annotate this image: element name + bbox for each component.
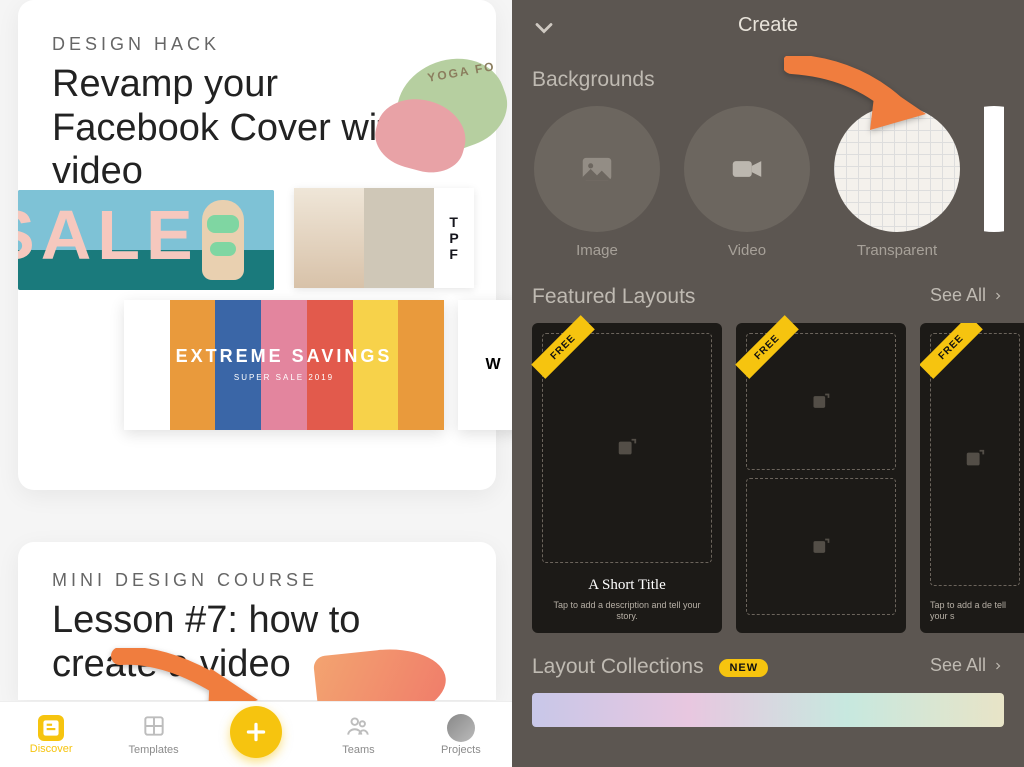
tile-b-text: TPF xyxy=(434,188,474,288)
tab-teams-label: Teams xyxy=(342,744,374,756)
background-more[interactable] xyxy=(984,106,1004,259)
collections-strip[interactable] xyxy=(532,693,1004,727)
tab-projects-label: Projects xyxy=(441,744,481,756)
tab-templates[interactable]: Templates xyxy=(102,713,204,756)
tab-teams[interactable]: Teams xyxy=(307,713,409,756)
mini-course-card[interactable]: MINI DESIGN COURSE Lesson #7: how to cre… xyxy=(18,542,496,700)
templates-icon xyxy=(141,713,167,742)
tab-create[interactable] xyxy=(205,712,307,758)
bg-image-label: Image xyxy=(576,242,618,259)
image-icon xyxy=(534,106,660,232)
layout-card-1[interactable]: FREE A Short Title Tap to add a descript… xyxy=(532,323,722,633)
white-icon xyxy=(984,106,1004,232)
left-panel: DESIGN HACK Revamp your Facebook Cover w… xyxy=(0,0,512,767)
sale-thumb: SALE xyxy=(18,190,274,290)
background-transparent[interactable]: Transparent xyxy=(834,106,960,259)
tab-templates-label: Templates xyxy=(129,744,179,756)
bg-video-label: Video xyxy=(728,242,766,259)
tab-discover[interactable]: Discover xyxy=(0,715,102,755)
create-header: Create xyxy=(512,0,1024,50)
tab-projects[interactable]: Projects xyxy=(410,714,512,756)
discover-icon xyxy=(38,715,64,741)
bg-transparent-label: Transparent xyxy=(857,242,937,259)
backgrounds-section: Backgrounds Image Video Transparent xyxy=(512,50,1024,259)
featured-see-all[interactable]: See All xyxy=(930,285,1004,306)
layout-1-title: A Short Title xyxy=(542,577,712,594)
collapse-button[interactable] xyxy=(530,14,558,47)
tab-discover-label: Discover xyxy=(30,743,73,755)
placeholder-icon xyxy=(542,333,712,563)
sale-word: SALE xyxy=(18,195,199,275)
layout-collections-section: See All Layout Collections NEW xyxy=(512,633,1024,727)
placeholder-icon xyxy=(930,333,1020,586)
layout-card-2[interactable]: FREE xyxy=(736,323,906,633)
layout-1-sub: Tap to add a description and tell your s… xyxy=(542,600,712,623)
teams-icon xyxy=(345,713,371,742)
tile-b-thumb: TPF xyxy=(294,188,474,288)
new-badge: NEW xyxy=(719,659,768,677)
extreme-title: EXTREME SAVINGS xyxy=(176,346,393,367)
plus-icon xyxy=(243,719,269,745)
create-fab[interactable] xyxy=(230,706,282,758)
design-hack-card[interactable]: DESIGN HACK Revamp your Facebook Cover w… xyxy=(18,0,496,490)
create-panel: Create Backgrounds Image Video Transpare… xyxy=(512,0,1024,767)
eyebrow-2: MINI DESIGN COURSE xyxy=(52,570,462,591)
extreme-sub: SUPER SALE 2019 xyxy=(234,373,334,382)
background-image[interactable]: Image xyxy=(534,106,660,259)
layout-card-3[interactable]: FREE Tap to add a de tell your s xyxy=(920,323,1024,633)
create-title: Create xyxy=(738,14,798,37)
transparent-icon xyxy=(834,106,960,232)
collections-see-all[interactable]: See All xyxy=(930,655,1004,676)
background-video[interactable]: Video xyxy=(684,106,810,259)
tab-bar: Discover Templates Teams Projects xyxy=(0,701,512,767)
chevron-right-icon xyxy=(992,290,1004,302)
avatar-icon xyxy=(447,714,475,742)
backgrounds-label: Backgrounds xyxy=(532,68,1004,92)
eyebrow-1: DESIGN HACK xyxy=(52,34,496,55)
video-icon xyxy=(684,106,810,232)
featured-layouts-section: See All Featured Layouts FREE A Short Ti… xyxy=(512,259,1024,633)
chevron-down-icon xyxy=(530,14,558,42)
layout-3-sub: Tap to add a de tell your s xyxy=(930,600,1020,623)
extreme-savings-thumb: EXTREME SAVINGS SUPER SALE 2019 xyxy=(124,300,444,430)
placeholder-icon xyxy=(746,478,896,615)
chevron-right-icon xyxy=(992,660,1004,672)
